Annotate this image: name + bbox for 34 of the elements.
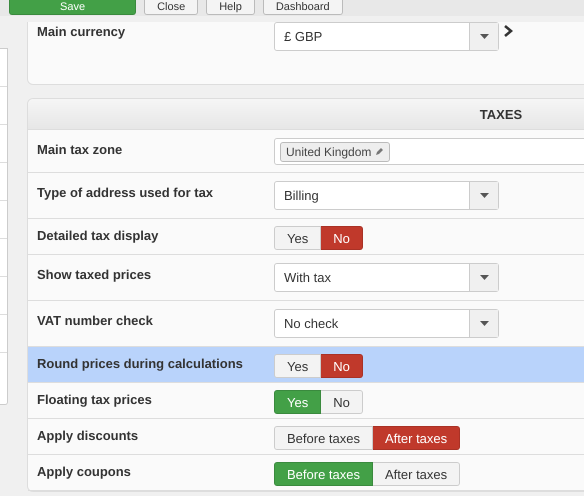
- tag-chip[interactable]: United Kingdom: [280, 142, 390, 162]
- toggle-option[interactable]: Yes: [274, 226, 322, 250]
- caret-icon: [480, 275, 488, 280]
- field-label: Main currency: [37, 23, 126, 39]
- field-label: Main tax zone: [37, 141, 124, 157]
- dropdown-select[interactable]: No check: [274, 309, 499, 338]
- toggle-option[interactable]: Yes: [274, 354, 322, 378]
- panel-title: TAXES: [480, 106, 522, 122]
- field-label: Round prices during calculations: [37, 355, 244, 371]
- field-label: Floating tax prices: [37, 391, 153, 407]
- field-label: Type of address used for tax: [37, 184, 214, 200]
- toggle-option[interactable]: No: [321, 390, 363, 414]
- toggle-option[interactable]: Before taxes: [274, 426, 373, 450]
- caret-icon: [480, 193, 488, 198]
- field-label: VAT number check: [37, 312, 154, 328]
- currency-select[interactable]: £ GBP: [274, 22, 499, 51]
- toggle-option[interactable]: No: [321, 226, 363, 250]
- dropdown-select[interactable]: With tax: [274, 263, 499, 292]
- toggle-option[interactable]: After taxes: [373, 462, 460, 486]
- field-label: Apply discounts: [37, 427, 140, 443]
- field-label: Detailed tax display: [37, 227, 160, 243]
- pencil-icon[interactable]: [375, 147, 384, 156]
- chevron-right-icon[interactable]: [504, 25, 513, 37]
- field-label: Apply coupons: [37, 463, 132, 479]
- tag-input-field[interactable]: United Kingdom: [274, 138, 584, 165]
- caret-icon: [480, 34, 488, 39]
- dropdown-select[interactable]: Billing: [274, 181, 499, 210]
- toggle-option[interactable]: After taxes: [373, 426, 460, 450]
- toolbar-button[interactable]: Close: [144, 0, 198, 15]
- toggle-option[interactable]: No: [321, 354, 363, 378]
- caret-icon: [480, 321, 488, 326]
- field-label: Show taxed prices: [37, 266, 152, 282]
- toolbar-button[interactable]: Help: [206, 0, 255, 15]
- toolbar-button[interactable]: Dashboard: [262, 0, 343, 15]
